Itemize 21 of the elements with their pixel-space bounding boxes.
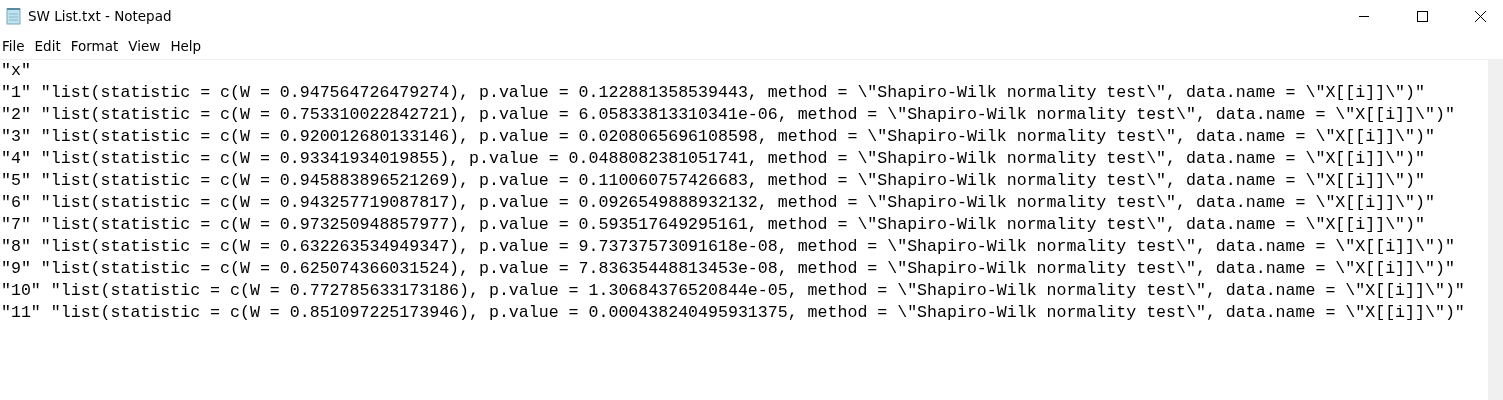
text-line: "5" "list(statistic = c(W = 0.945883896521269), p.value = 0.110060757426683, method = \"Shapiro-Wilk normality test\", data.name = \"X[[i]]\")" [0,170,1425,192]
text-line: "4" "list(statistic = c(W = 0.93341934019855), p.value = 0.0488082381051741, method = \"Shapiro-Wilk normality test\", data.name = \"X[[i]]\")" [0,148,1425,170]
menu-item[interactable]: File [0,35,31,56]
text-line: "7" "list(statistic = c(W = 0.973250948857977), p.value = 0.593517649295161, method = \"Shapiro-Wilk normality test\", data.name = \"X[[i]]\")" [0,214,1425,236]
menu-item[interactable]: View [126,35,167,56]
text-line: "x" [0,60,31,82]
text-line: "3" "list(statistic = c(W = 0.920012680133146), p.value = 0.0208065696108598, method = \"Shapiro-Wilk normality test\", data.name = \"X[[i]]\")" [0,126,1435,148]
menu-item[interactable]: Help [168,35,208,56]
text-line: "2" "list(statistic = c(W = 0.753310022842721), p.value = 6.05833813310341e-06, method = \"Shapiro-Wilk normality test\", data.name = \"X[[i]]\")" [0,104,1455,126]
text-line: "11" "list(statistic = c(W = 0.851097225173946), p.value = 0.000438240495931375, method = \"Shapiro-Wilk normality test\", data.name = \"X[[i]]\")" [0,302,1465,324]
text-line: "9" "list(statistic = c(W = 0.625074366031524), p.value = 7.83635448813453e-08, method = \"Shapiro-Wilk normality test\", data.name = \"X[[i]]\")" [0,258,1455,280]
text-line: "6" "list(statistic = c(W = 0.943257719087817), p.value = 0.0926549888932132, method = \"Shapiro-Wilk normality test\", data.name = \"X[[i]]\")" [0,192,1435,214]
window-title: SW List.txt - Notepad [28,8,173,24]
text-line: "1" "list(statistic = c(W = 0.947564726479274), p.value = 0.122881358539443, method = \"Shapiro-Wilk normality test\", data.name = \"X[[i]]\")" [0,82,1425,104]
menu-item[interactable]: Format [68,35,125,56]
menu-item[interactable]: Edit [32,35,67,56]
notepad-icon [4,7,22,25]
close-icon [1474,10,1486,22]
text-line: "10" "list(statistic = c(W = 0.772785633173186), p.value = 1.30684376520844e-05, method = \"Shapiro-Wilk normality test\", data.name = \"X[[i]]\")" [0,280,1465,302]
maximize-icon [1416,10,1428,22]
text-line: "8" "list(statistic = c(W = 0.632263534949347), p.value = 9.73737573091618e-08, method = \"Shapiro-Wilk normality test\", data.name = \"X[[i]]\")" [0,236,1455,258]
